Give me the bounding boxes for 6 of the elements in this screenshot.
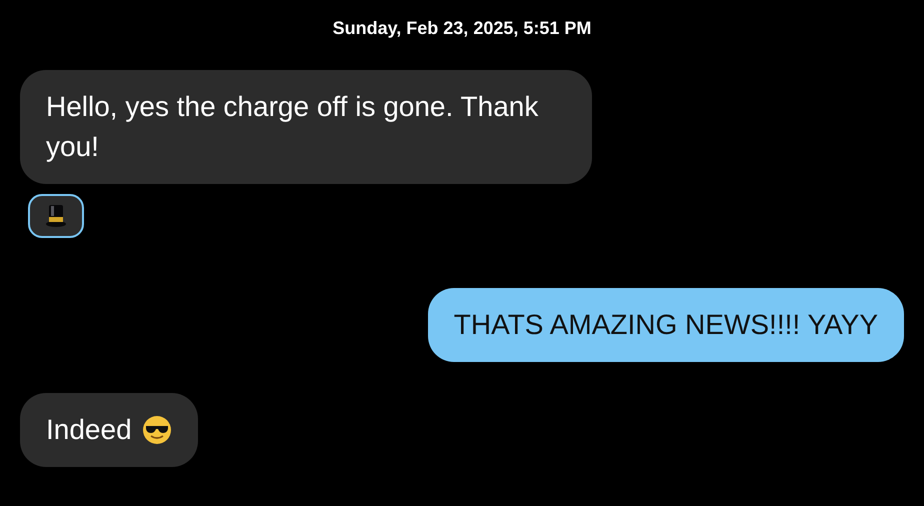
message-text: Hello, yes the charge off is gone. Thank you! xyxy=(46,90,540,164)
reaction-badge[interactable] xyxy=(28,194,84,238)
message-text: Indeed xyxy=(46,413,132,447)
message-text: THATS AMAZING NEWS!!!! YAYY xyxy=(454,308,878,342)
top-hat-icon xyxy=(45,204,67,228)
timestamp: Sunday, Feb 23, 2025, 5:51 PM xyxy=(332,18,592,39)
